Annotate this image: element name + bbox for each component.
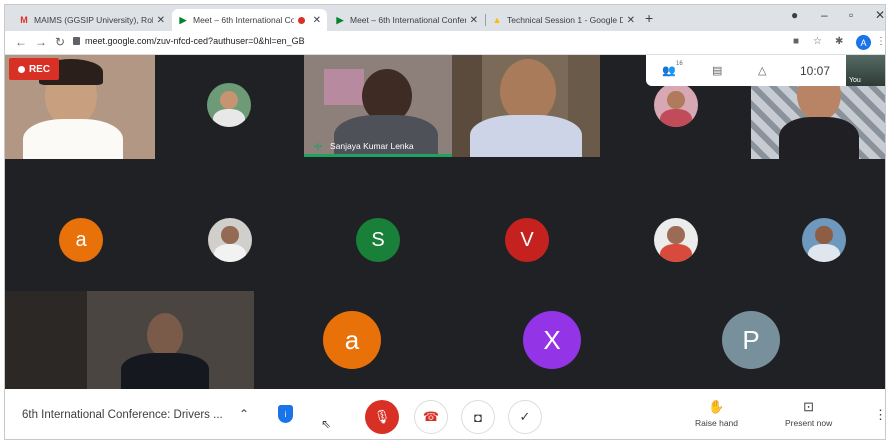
meet-control-bar: 6th International Conference: Drivers ..… (5, 389, 885, 439)
participant-name: Sanjaya Kumar Lenka (330, 141, 414, 151)
participant-avatar-initial[interactable]: V (505, 218, 549, 262)
self-view-tile[interactable]: You (846, 55, 885, 86)
meet-icon: ▶ (179, 14, 187, 25)
participant-avatar-initial[interactable]: X (523, 311, 581, 369)
activities-icon[interactable]: △ (758, 64, 766, 77)
camera-icon: ◘ (474, 409, 482, 425)
participant-avatar[interactable] (208, 218, 252, 262)
minimize-icon[interactable]: – (821, 8, 828, 22)
screenshot-frame: M MAIMS (GGSIP University), Rohi ✕ ▶ Mee… (4, 4, 886, 440)
record-dot-icon (17, 65, 25, 73)
close-tab-icon[interactable]: ✕ (627, 15, 635, 26)
meet-grid: •|• Sanjaya Kumar Lenka a S V a X P REC … (5, 55, 885, 389)
browser-menu-icon[interactable]: ⋮ (876, 36, 885, 47)
captions-button[interactable]: ✓ (508, 400, 542, 434)
chat-icon[interactable]: ▤ (712, 64, 722, 77)
meeting-details[interactable]: 6th International Conference: Drivers ..… (22, 409, 223, 421)
mute-microphone-button[interactable]: 🎙 (365, 400, 399, 434)
participant-avatar[interactable] (654, 83, 698, 127)
extensions-icon[interactable]: ✱ (835, 36, 843, 47)
host-controls-shield-icon[interactable]: i (278, 405, 293, 423)
mouse-cursor-icon: ⇖ (321, 417, 332, 431)
new-tab-icon[interactable]: + (645, 10, 653, 26)
reload-icon[interactable]: ↻ (55, 35, 65, 49)
lock-icon (73, 37, 80, 45)
participant-avatar[interactable] (654, 218, 698, 262)
present-icon: ⊡ (803, 399, 815, 414)
meet-icon: ▶ (336, 14, 344, 25)
participant-tile[interactable] (452, 55, 600, 157)
hand-icon: ✋ (708, 399, 725, 414)
participant-tile-speaking[interactable]: •|• Sanjaya Kumar Lenka (304, 55, 452, 157)
close-tab-icon[interactable]: ✕ (313, 15, 321, 26)
meet-top-bar: 👥 16 ▤ △ 10:07 You (646, 55, 885, 86)
speaking-indicator (304, 154, 452, 157)
people-icon[interactable]: 👥 (662, 64, 676, 77)
profile-avatar[interactable]: A (856, 35, 871, 50)
tab-maims[interactable]: M MAIMS (GGSIP University), Rohi ✕ (13, 9, 171, 31)
leave-call-button[interactable]: ☎ (414, 400, 448, 434)
self-view-label: You (849, 77, 861, 84)
raise-hand-button[interactable]: ✋ Raise hand (695, 399, 738, 428)
participant-avatar-initial[interactable]: a (59, 218, 103, 262)
hang-up-icon: ☎ (422, 409, 440, 424)
participant-avatar-initial[interactable]: P (722, 311, 780, 369)
camera-toggle-button[interactable]: ◘ (461, 400, 495, 434)
address-bar[interactable]: meet.google.com/zuv-nfcd-ced?authuser=0&… (85, 36, 305, 46)
participant-avatar[interactable] (207, 83, 251, 127)
tab-drive[interactable]: ▲ Technical Session 1 - Google Dri ✕ (486, 9, 641, 31)
participant-tile[interactable] (5, 291, 254, 389)
meeting-clock: 10:07 (800, 64, 831, 78)
more-options-icon[interactable]: ⋮ (874, 407, 885, 423)
media-control-icon[interactable]: ● (791, 8, 798, 22)
drive-icon: ▲ (492, 15, 502, 25)
participant-avatar[interactable] (802, 218, 846, 262)
browser-toolbar: ← → ↻ meet.google.com/zuv-nfcd-ced?authu… (5, 31, 885, 55)
participant-avatar-initial[interactable]: S (356, 218, 400, 262)
close-tab-icon[interactable]: ✕ (470, 15, 478, 26)
browser-tab-strip: M MAIMS (GGSIP University), Rohi ✕ ▶ Mee… (5, 5, 885, 31)
close-tab-icon[interactable]: ✕ (157, 15, 165, 26)
forward-icon[interactable]: → (35, 35, 47, 49)
tab-meet-2[interactable]: ▶ Meet – 6th International Confere ✕ (329, 9, 484, 31)
camera-permission-icon[interactable]: ■ (793, 36, 799, 47)
back-icon[interactable]: ← (15, 35, 27, 49)
present-now-button[interactable]: ⊡ Present now (785, 399, 832, 428)
bookmark-star-icon[interactable]: ☆ (813, 36, 822, 47)
audio-level-icon: •|• (314, 142, 322, 151)
close-window-icon[interactable]: ✕ (875, 8, 885, 22)
participant-count: 16 (676, 61, 683, 67)
participant-avatar-initial[interactable]: a (323, 311, 381, 369)
chevron-up-icon[interactable]: ⌃ (239, 407, 249, 421)
gmail-icon: M (20, 15, 28, 25)
tab-meet-active[interactable]: ▶ Meet – 6th International Co ✕ (172, 9, 327, 31)
recording-indicator-icon (297, 16, 305, 24)
check-icon: ✓ (519, 409, 531, 424)
mic-off-icon: 🎙 (373, 409, 391, 424)
recording-badge: REC (9, 58, 59, 80)
maximize-icon[interactable]: ▫ (849, 8, 853, 22)
